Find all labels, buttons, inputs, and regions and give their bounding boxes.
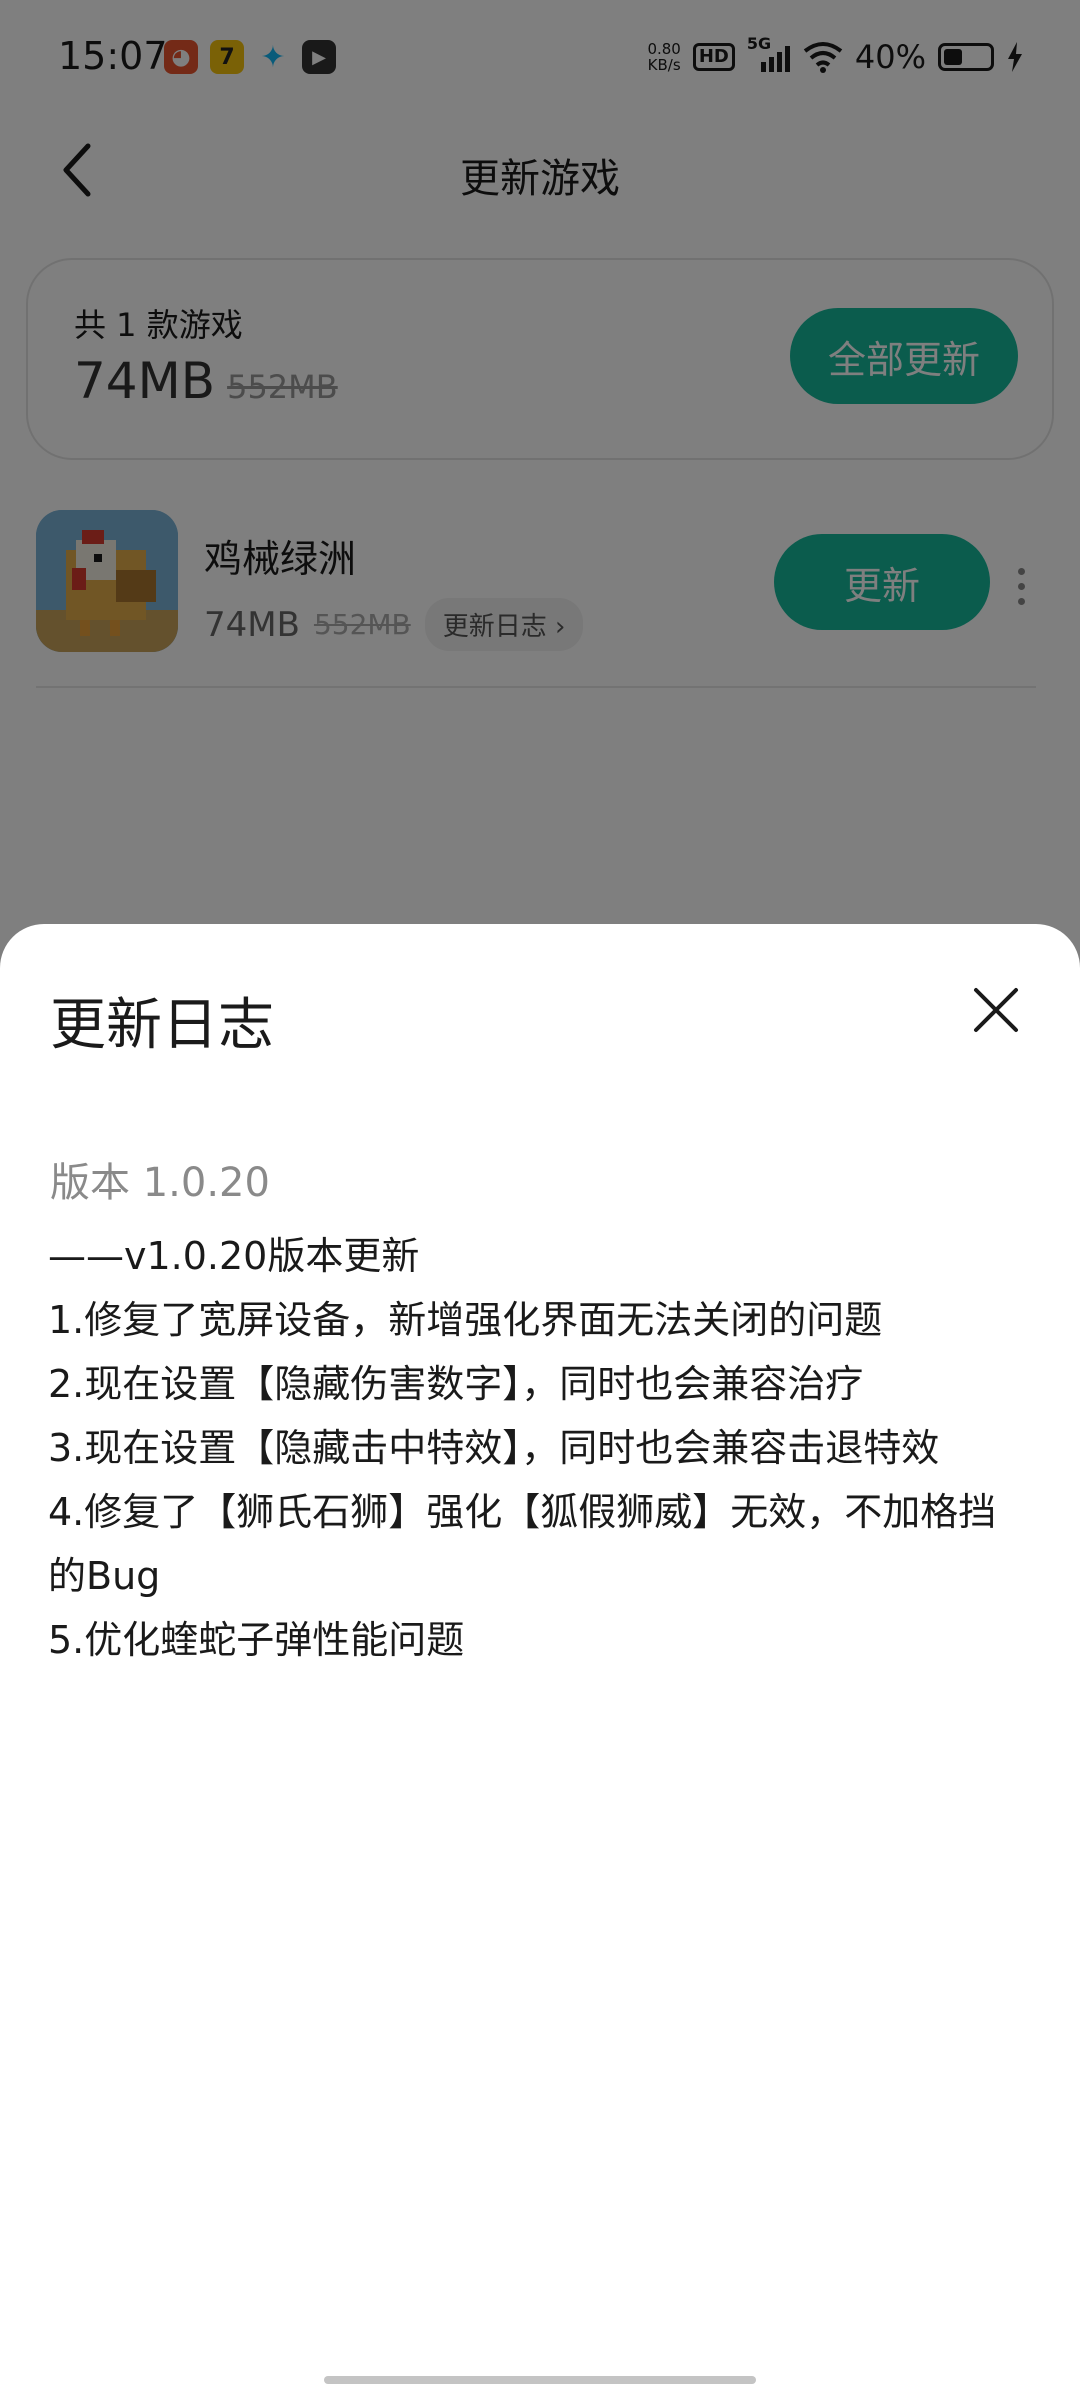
changelog-sheet: 更新日志 版本 1.0.20 ——v1.0.20版本更新 1.修复了宽屏设备，新… — [0, 924, 1080, 2388]
changelog-line: 1.修复了宽屏设备，新增强化界面无法关闭的问题 — [48, 1298, 883, 1342]
changelog-line: 3.现在设置【隐藏击中特效】，同时也会兼容击退特效 — [48, 1426, 940, 1470]
changelog-line: ——v1.0.20版本更新 — [48, 1234, 420, 1278]
home-indicator[interactable] — [324, 2376, 756, 2384]
sheet-title: 更新日志 — [50, 993, 274, 1058]
changelog-line: 2.现在设置【隐藏伤害数字】，同时也会兼容治疗 — [48, 1362, 864, 1406]
close-icon[interactable] — [966, 980, 1026, 1040]
changelog-line: 4.修复了【狮氏石狮】强化【狐假狮威】无效，不加格挡的Bug — [48, 1490, 997, 1598]
changelog-line: 5.优化蝰蛇子弹性能问题 — [48, 1618, 465, 1662]
changelog-body: ——v1.0.20版本更新 1.修复了宽屏设备，新增强化界面无法关闭的问题 2.… — [48, 1224, 1028, 1672]
version-label: 版本 1.0.20 — [50, 1160, 270, 1206]
